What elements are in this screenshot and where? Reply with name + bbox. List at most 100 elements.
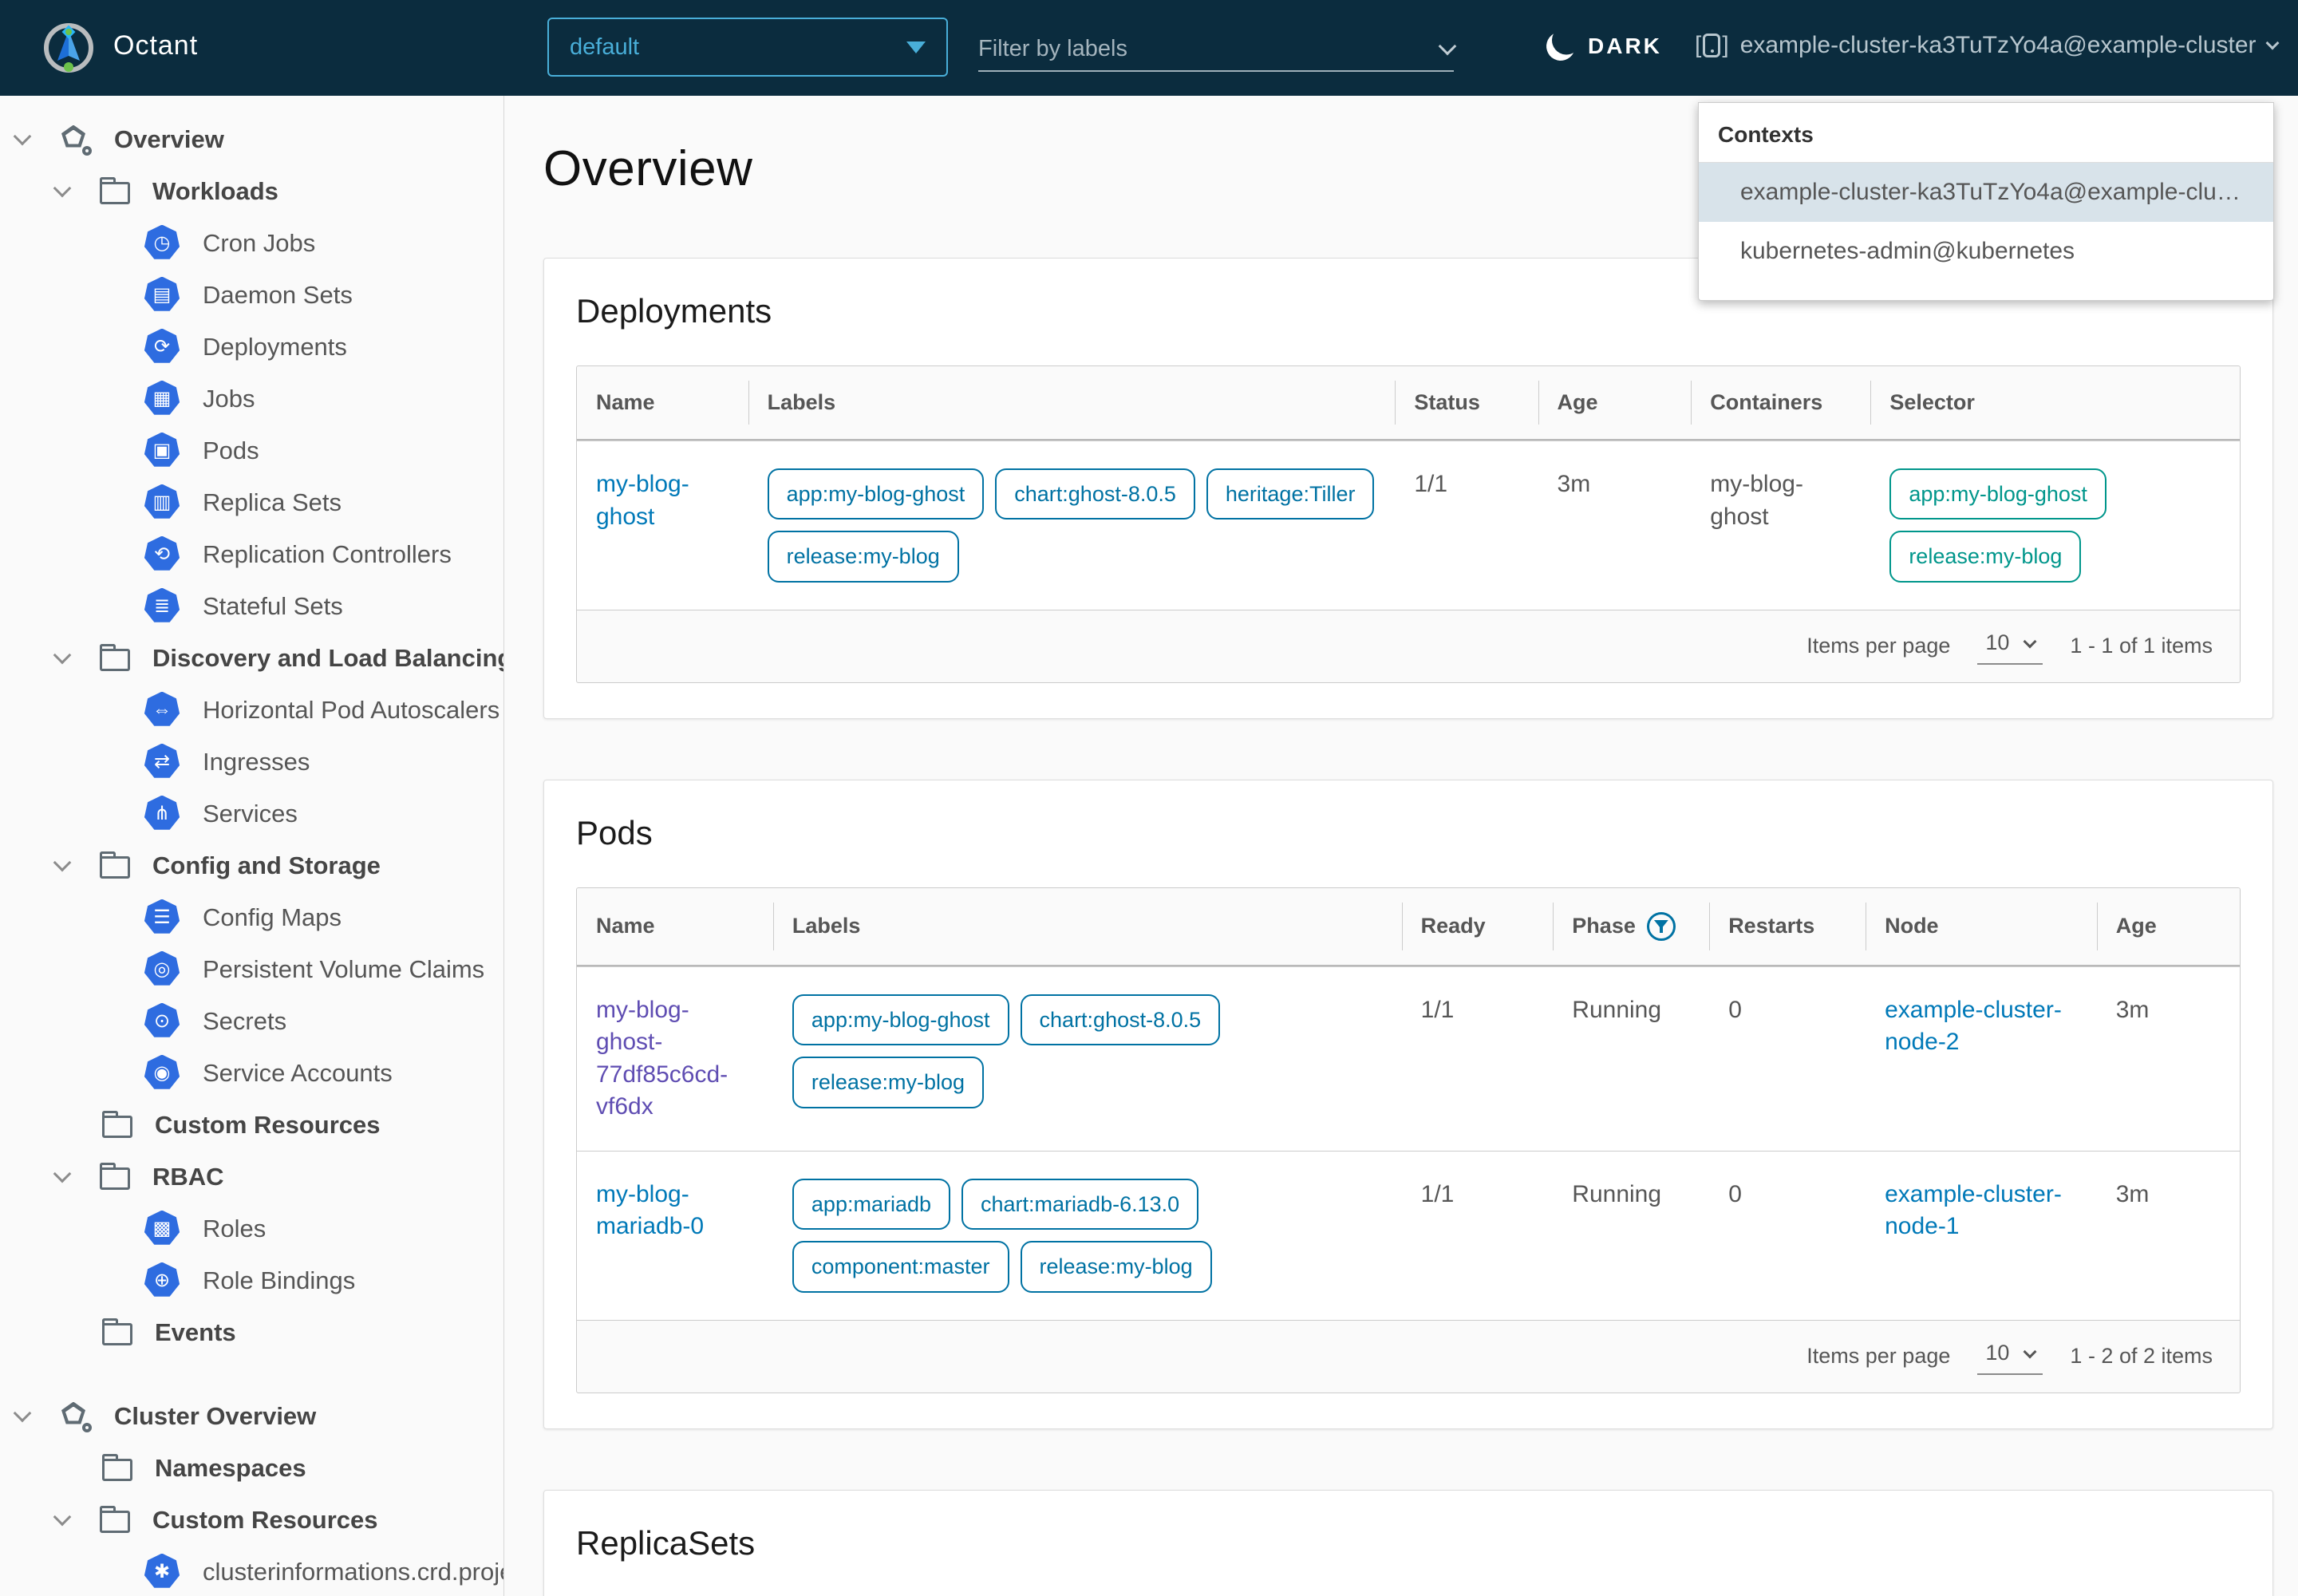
column-header-age: Age	[2097, 888, 2240, 965]
main-content: Overview DeploymentsNameLabelsStatusAgeC…	[505, 96, 2298, 1596]
sidebar-item-deployments[interactable]: ⟳Deployments	[0, 321, 503, 373]
replication-controllers-icon: ⟲	[144, 536, 180, 573]
sidebar-item-label: Pods	[203, 437, 259, 465]
column-header-label: Ready	[1421, 914, 1486, 938]
sidebar-item-clusterinformations-crd-projec[interactable]: ✱clusterinformations.crd.projec	[0, 1546, 503, 1596]
sidebar-item-custom-resources[interactable]: Custom Resources	[0, 1099, 503, 1151]
filter-chevron-icon[interactable]	[1439, 38, 1457, 56]
sidebar-item-config-and-storage[interactable]: Config and Storage	[0, 839, 503, 891]
items-per-page-value: 10	[1985, 1341, 2009, 1365]
cell-name: my-blog-mariadb-0	[577, 1152, 773, 1320]
label-tag-release-my-blog[interactable]: release:my-blog	[1889, 531, 2081, 582]
expand-chevron-icon[interactable]	[14, 1404, 32, 1422]
sidebar-item-secrets[interactable]: ⊙Secrets	[0, 995, 503, 1047]
label-filter	[978, 27, 1454, 72]
label-filter-input[interactable]	[978, 36, 1441, 62]
cell-containers: my-blog-ghost	[1691, 441, 1870, 610]
column-header-node: Node	[1866, 888, 2097, 965]
sidebar-item-stateful-sets[interactable]: ≣Stateful Sets	[0, 580, 503, 632]
sidebar-item-cron-jobs[interactable]: ◷Cron Jobs	[0, 217, 503, 269]
label-tag-chart-mariadb-6-13-0[interactable]: chart:mariadb-6.13.0	[961, 1179, 1198, 1230]
resource-link[interactable]: my-blog-mariadb-0	[596, 1181, 704, 1240]
sidebar-item-label: Roles	[203, 1215, 266, 1243]
expand-chevron-icon[interactable]	[14, 127, 32, 145]
sidebar-item-label: Config and Storage	[152, 851, 381, 880]
sidebar-item-config-maps[interactable]: ☰Config Maps	[0, 891, 503, 943]
resource-link[interactable]: example-cluster-node-2	[1885, 997, 2062, 1056]
dark-mode-label: DARK	[1588, 34, 1662, 59]
sidebar-item-namespaces[interactable]: Namespaces	[0, 1442, 503, 1494]
label-tag-chart-ghost-8-0-5[interactable]: chart:ghost-8.0.5	[995, 468, 1195, 519]
sidebar-item-service-accounts[interactable]: ◉Service Accounts	[0, 1047, 503, 1099]
items-per-page-label: Items per page	[1806, 1344, 1950, 1369]
table-row: my-blog-ghostapp:my-blog-ghostchart:ghos…	[577, 440, 2240, 610]
namespace-select[interactable]: default	[547, 18, 948, 77]
sidebar-item-services[interactable]: ⋔Services	[0, 788, 503, 839]
persistent-volume-claims-icon: ◎	[144, 951, 180, 988]
context-menu-item-example-cluster-ka3tutzyo4a-example-clu[interactable]: example-cluster-ka3TuTzYo4a@example-clu…	[1699, 163, 2273, 222]
contexts-dropdown-title: Contexts	[1699, 103, 2273, 163]
expand-chevron-icon[interactable]	[53, 853, 72, 871]
per-page-chevron-icon	[2024, 634, 2037, 648]
sidebar-item-daemon-sets[interactable]: ▤Daemon Sets	[0, 269, 503, 321]
sidebar-item-label: Custom Resources	[152, 1506, 378, 1535]
sidebar-item-pods[interactable]: ▣Pods	[0, 425, 503, 476]
expand-chevron-icon[interactable]	[53, 179, 72, 197]
label-tag-release-my-blog[interactable]: release:my-blog	[1021, 1241, 1212, 1292]
table-row: my-blog-ghost-77df85c6cd-vf6dx app:my-blo…	[577, 966, 2240, 1151]
sidebar-item-persistent-volume-claims[interactable]: ◎Persistent Volume Claims	[0, 943, 503, 995]
label-tag-app-my-blog-ghost[interactable]: app:my-blog-ghost	[1889, 468, 2106, 519]
items-per-page-select[interactable]: 10	[1977, 627, 2043, 665]
label-tag-app-my-blog-ghost[interactable]: app:my-blog-ghost	[768, 468, 985, 519]
label-tag-heritage-tiller[interactable]: heritage:Tiller	[1206, 468, 1375, 519]
cell-status: 1/1	[1395, 441, 1538, 610]
dark-mode-toggle[interactable]: DARK	[1546, 32, 1662, 61]
label-tag-release-my-blog[interactable]: release:my-blog	[792, 1057, 984, 1108]
filter-funnel-icon[interactable]	[1647, 912, 1676, 941]
expand-chevron-icon[interactable]	[53, 1507, 72, 1526]
sidebar-item-discovery-and-load-balancing[interactable]: Discovery and Load Balancing	[0, 632, 503, 684]
expand-chevron-icon[interactable]	[53, 1164, 72, 1183]
deployments-icon: ⟳	[144, 329, 180, 365]
stateful-sets-icon: ≣	[144, 588, 180, 625]
top-header-bar: Octant default DARK [] example-cluster-k…	[0, 0, 2298, 96]
sidebar-item-overview[interactable]: Overview	[0, 113, 503, 165]
sidebar-item-jobs[interactable]: ▦Jobs	[0, 373, 503, 425]
table-pods: NameLabelsReadyPhaseRestartsNodeAgemy-bl…	[576, 887, 2241, 1320]
column-header-selector: Selector	[1870, 366, 2240, 439]
label-tag-chart-ghost-8-0-5[interactable]: chart:ghost-8.0.5	[1021, 994, 1221, 1045]
label-tag-component-master[interactable]: component:master	[792, 1241, 1009, 1292]
column-header-restarts: Restarts	[1709, 888, 1866, 965]
sidebar-item-rbac[interactable]: RBAC	[0, 1151, 503, 1203]
context-menu-item-kubernetes-admin-kubernetes[interactable]: kubernetes-admin@kubernetes	[1699, 222, 2273, 281]
label-tag-app-mariadb[interactable]: app:mariadb	[792, 1179, 950, 1230]
cell-age: 3m	[2097, 1152, 2240, 1320]
sidebar-item-custom-resources[interactable]: Custom Resources	[0, 1494, 503, 1546]
cell-phase: Running	[1553, 1152, 1709, 1320]
sidebar-item-cluster-overview[interactable]: Cluster Overview	[0, 1390, 503, 1442]
resource-link[interactable]: my-blog-ghost-77df85c6cd-vf6dx	[596, 997, 728, 1120]
sidebar-item-ingresses[interactable]: ⇄Ingresses	[0, 736, 503, 788]
resource-link[interactable]: my-blog-ghost	[596, 471, 689, 530]
sidebar-item-horizontal-pod-autoscalers[interactable]: ⇔Horizontal Pod Autoscalers	[0, 684, 503, 736]
sidebar-item-roles[interactable]: ▩Roles	[0, 1203, 503, 1254]
context-selector[interactable]: [] example-cluster-ka3TuTzYo4a@example-c…	[1695, 32, 2277, 59]
sidebar-item-replica-sets[interactable]: ▥Replica Sets	[0, 476, 503, 528]
folder-icon	[100, 649, 130, 671]
sidebar-item-label: Replication Controllers	[203, 540, 452, 569]
applications-icon	[60, 124, 92, 156]
pagination-range: 1 - 1 of 1 items	[2070, 634, 2213, 658]
items-per-page-select[interactable]: 10	[1977, 1337, 2043, 1375]
sidebar-item-events[interactable]: Events	[0, 1306, 503, 1358]
sidebar-item-role-bindings[interactable]: ⊕Role Bindings	[0, 1254, 503, 1306]
label-tag-app-my-blog-ghost[interactable]: app:my-blog-ghost	[792, 994, 1009, 1045]
resource-link[interactable]: example-cluster-node-1	[1885, 1181, 2062, 1240]
folder-icon	[102, 1323, 132, 1345]
cell-node: example-cluster-node-2	[1866, 967, 2097, 1151]
sidebar-item-label: Role Bindings	[203, 1266, 355, 1295]
label-tag-release-my-blog[interactable]: release:my-blog	[768, 531, 959, 582]
expand-chevron-icon[interactable]	[53, 646, 72, 664]
items-per-page-value: 10	[1985, 630, 2009, 655]
sidebar-item-workloads[interactable]: Workloads	[0, 165, 503, 217]
sidebar-item-replication-controllers[interactable]: ⟲ Replication Controllers	[0, 528, 503, 580]
